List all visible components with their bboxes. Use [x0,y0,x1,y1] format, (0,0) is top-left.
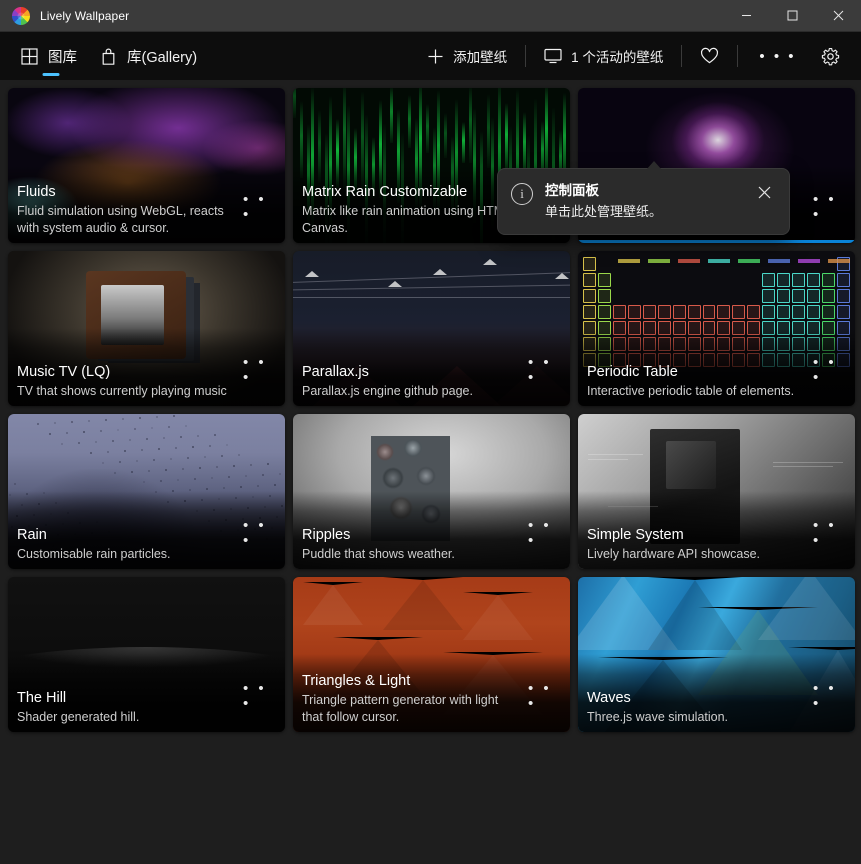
active-wallpapers-button[interactable]: 1 个活动的壁纸 [533,39,674,73]
teaching-tip-title: 控制面板 [545,181,751,200]
heart-icon [700,47,719,65]
card-more-options-button[interactable]: • • • [243,360,277,380]
card-description: Parallax.js engine github page. [302,383,522,400]
lively-logo-icon [12,7,30,25]
card-description: Matrix like rain animation using HTML5 C… [302,203,522,236]
card-description: Triangle pattern generator with light th… [302,692,522,725]
card-meta: The HillShader generated hill. [17,689,237,726]
toolbar-divider-3 [737,45,738,67]
nav-tabs: 图库 库(Gallery) [0,36,207,76]
more-options-button[interactable]: • • • [745,39,810,73]
settings-button[interactable] [810,39,851,73]
window-controls [723,0,861,32]
wallpaper-library: FluidsFluid simulation using WebGL, reac… [0,80,861,864]
tab-gallery-label: 库(Gallery) [127,46,197,67]
card-more-options-button[interactable]: • • • [813,686,847,706]
card-title: Triangles & Light [302,672,522,691]
wallpaper-card[interactable]: Periodic TableInteractive periodic table… [578,251,855,406]
card-title: Rain [17,526,237,545]
window-title: Lively Wallpaper [40,9,129,23]
command-actions: 添加壁纸 1 个活动的壁纸 • • • [416,32,861,80]
favorites-button[interactable] [689,39,730,73]
card-more-options-button[interactable]: • • • [243,686,277,706]
wallpaper-card[interactable]: Parallax.jsParallax.js engine github pag… [293,251,570,406]
card-meta: WavesThree.js wave simulation. [587,689,807,726]
command-bar: 图库 库(Gallery) 添加壁纸 [0,32,861,80]
wallpaper-card[interactable]: WavesThree.js wave simulation. • • • [578,577,855,732]
card-meta: Triangles & LightTriangle pattern genera… [302,672,522,725]
card-description: Puddle that shows weather. [302,546,522,563]
card-more-options-button[interactable]: • • • [243,197,277,217]
card-more-options-button[interactable]: • • • [528,686,562,706]
tab-library-label: 图库 [48,46,77,67]
card-title: Simple System [587,526,807,545]
card-meta: Simple SystemLively hardware API showcas… [587,526,807,563]
title-bar: Lively Wallpaper [0,0,861,32]
add-wallpaper-label: 添加壁纸 [453,46,507,66]
card-title: The Hill [17,689,237,708]
bag-icon [99,47,118,66]
card-more-options-button[interactable]: • • • [813,523,847,543]
wallpaper-card[interactable]: Triangles & LightTriangle pattern genera… [293,577,570,732]
maximize-icon[interactable] [769,0,815,32]
teaching-tip-body: 控制面板 单击此处管理壁纸。 [545,181,751,221]
control-panel-teaching-tip: i 控制面板 单击此处管理壁纸。 [497,168,790,235]
card-description: Shader generated hill. [17,709,237,726]
card-title: Matrix Rain Customizable [302,183,522,202]
add-wallpaper-button[interactable]: 添加壁纸 [416,39,518,73]
grid-icon [20,47,39,66]
card-active-indicator [578,240,855,243]
card-description: Three.js wave simulation. [587,709,807,726]
card-title: Waves [587,689,807,708]
teaching-tip-close-icon[interactable] [751,179,777,205]
tab-gallery[interactable]: 库(Gallery) [93,36,207,76]
card-title: Ripples [302,526,522,545]
monitor-icon [544,48,562,64]
tab-selected-indicator [42,73,59,76]
teaching-tip-text: 单击此处管理壁纸。 [545,202,751,221]
active-wallpapers-label: 1 个活动的壁纸 [571,46,663,66]
card-description: Interactive periodic table of elements. [587,383,807,400]
gear-icon [821,47,840,66]
card-meta: Parallax.jsParallax.js engine github pag… [302,363,522,400]
wallpaper-card[interactable]: The HillShader generated hill. • • • [8,577,285,732]
tab-library[interactable]: 图库 [14,36,87,76]
card-meta: Matrix Rain CustomizableMatrix like rain… [302,183,522,236]
toolbar-divider-2 [681,45,682,67]
toolbar-divider-1 [525,45,526,67]
card-more-options-button[interactable]: • • • [243,523,277,543]
card-more-options-button[interactable]: • • • [813,360,847,380]
wallpaper-card[interactable]: RainCustomisable rain particles. • • • [8,414,285,569]
card-more-options-button[interactable]: • • • [813,197,847,217]
card-title: Music TV (LQ) [17,363,237,382]
card-description: Lively hardware API showcase. [587,546,807,563]
card-meta: FluidsFluid simulation using WebGL, reac… [17,183,237,236]
card-meta: Music TV (LQ)TV that shows currently pla… [17,363,237,400]
close-icon[interactable] [815,0,861,32]
info-icon: i [511,183,533,205]
card-description: Customisable rain particles. [17,546,237,563]
card-title: Periodic Table [587,363,807,382]
card-title: Fluids [17,183,237,202]
more-icon: • • • [759,48,796,65]
card-more-options-button[interactable]: • • • [528,523,562,543]
wallpaper-card[interactable]: FluidsFluid simulation using WebGL, reac… [8,88,285,243]
minimize-icon[interactable] [723,0,769,32]
card-title: Parallax.js [302,363,522,382]
card-meta: RipplesPuddle that shows weather. [302,526,522,563]
card-more-options-button[interactable]: • • • [528,360,562,380]
card-description: TV that shows currently playing music [17,383,237,400]
wallpaper-card[interactable]: Simple SystemLively hardware API showcas… [578,414,855,569]
card-meta: Periodic TableInteractive periodic table… [587,363,807,400]
card-meta: RainCustomisable rain particles. [17,526,237,563]
wallpaper-card[interactable]: Music TV (LQ)TV that shows currently pla… [8,251,285,406]
wallpaper-card[interactable]: RipplesPuddle that shows weather. • • • [293,414,570,569]
plus-icon [427,48,444,65]
card-description: Fluid simulation using WebGL, reacts wit… [17,203,237,236]
